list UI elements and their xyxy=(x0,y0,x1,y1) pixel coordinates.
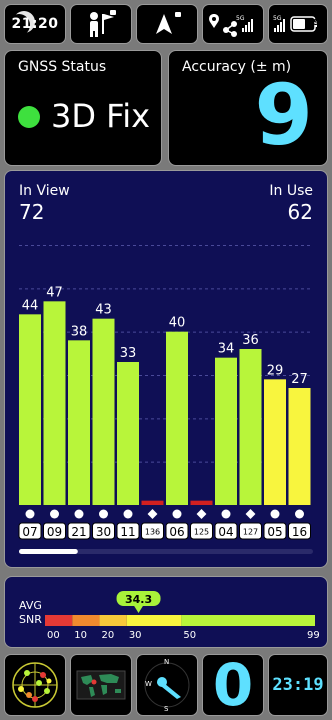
used-marker xyxy=(295,509,304,519)
satellite-bar xyxy=(43,301,66,505)
snr-tick-label: 99 xyxy=(307,630,320,641)
satellite-id-label: 136 xyxy=(145,528,160,537)
avg-snr-pointer xyxy=(133,605,144,613)
satellite-snr-chart: 44 07 47 09 38 21 43 30 33 11 136 40 06 125 34 04 36 127 2… xyxy=(18,245,313,554)
snr-segment xyxy=(72,615,100,626)
bar-value-label: 44 xyxy=(22,298,39,313)
used-marker xyxy=(50,509,59,519)
gnss-status-panel[interactable]: GNSS Status 3D Fix xyxy=(4,50,162,166)
used-marker xyxy=(99,509,108,519)
satellite-id-label: 04 xyxy=(218,525,233,539)
speed-value: 0 xyxy=(212,651,254,719)
world-map-button[interactable] xyxy=(70,654,132,716)
satellite-id-label: 05 xyxy=(267,525,282,539)
satellite-id-label: 06 xyxy=(169,525,184,539)
bar-value-label: 34 xyxy=(218,342,235,357)
gnss-status-label: GNSS Status xyxy=(18,59,107,75)
fix-status-value: 3D Fix xyxy=(51,97,151,135)
satellite-id-label: 09 xyxy=(47,525,62,539)
navigation-arrow-icon xyxy=(156,12,181,34)
satellite-bar xyxy=(288,388,311,505)
snr-tick-label: 20 xyxy=(102,630,115,641)
compass-letter-s: S xyxy=(164,705,169,713)
satellite-bar xyxy=(19,314,41,505)
status-time-tile[interactable]: 21:20 xyxy=(4,4,66,44)
status-time: 21:20 xyxy=(11,16,59,32)
snr-tick-label: 30 xyxy=(129,630,142,641)
satellite-bar xyxy=(215,357,237,505)
battery-level: 29 xyxy=(307,18,320,28)
used-marker xyxy=(74,509,84,519)
svg-text:5G: 5G xyxy=(236,15,245,22)
satellite-id-label: 125 xyxy=(194,528,209,537)
sky-plot-button[interactable] xyxy=(4,654,66,716)
network-tile[interactable]: 5G xyxy=(202,4,264,44)
satellite-bar xyxy=(190,500,213,505)
speed-button[interactable]: 0 xyxy=(202,651,264,719)
avg-snr-value: 34.3 xyxy=(125,593,152,606)
unused-marker xyxy=(147,509,158,519)
satellite-bar xyxy=(264,379,286,505)
satellite-bar xyxy=(166,331,188,505)
accuracy-value: 9 xyxy=(254,66,313,164)
battery-tile[interactable]: 5G 29 xyxy=(268,4,328,44)
satellite-id-label: 30 xyxy=(96,525,111,539)
bar-value-label: 47 xyxy=(46,285,63,300)
satellite-signal-panel[interactable]: In View 72 In Use 62 44 07 47 09 38 21 43 30 33 1… xyxy=(4,170,328,568)
fix-indicator-dot xyxy=(18,106,40,128)
average-snr-panel[interactable]: AVG SNR 00 10 20 30 50 99 34.3 xyxy=(4,576,328,648)
unused-marker xyxy=(245,509,256,519)
snr-scale: 00 10 20 30 50 99 34.3 xyxy=(45,591,320,641)
sky-plot-icon xyxy=(12,662,58,708)
compass-button[interactable]: N W S xyxy=(136,654,198,716)
satellite-id-label: 127 xyxy=(243,528,258,537)
bar-value-label: 33 xyxy=(120,346,137,361)
satellite-id-label: 11 xyxy=(120,525,135,539)
bar-value-label: 43 xyxy=(95,303,112,318)
person-flag-tile[interactable] xyxy=(70,4,132,44)
used-marker xyxy=(25,509,35,519)
bar-value-label: 40 xyxy=(169,316,186,331)
clock-value: 23:19 xyxy=(272,675,324,695)
satellite-bar xyxy=(92,318,115,505)
bar-value-label: 27 xyxy=(291,372,308,387)
satellite-bar xyxy=(141,500,164,505)
svg-text:5G: 5G xyxy=(273,15,282,22)
snr-tick-label: 50 xyxy=(183,630,196,641)
clock-button[interactable]: 23:19 xyxy=(268,654,328,716)
snr-segment xyxy=(99,615,127,626)
satellite-bar xyxy=(117,362,139,505)
used-marker xyxy=(123,509,133,519)
person-flag-icon xyxy=(90,10,116,37)
unused-marker xyxy=(196,509,207,519)
compass-letter-n: N xyxy=(164,658,170,666)
snr-segment xyxy=(45,615,73,626)
used-marker xyxy=(270,509,280,519)
satellite-bar xyxy=(239,349,262,505)
chart-scroll-thumb xyxy=(19,549,78,554)
snr-segment xyxy=(126,615,182,626)
bar-value-label: 38 xyxy=(71,324,88,339)
satellite-id-label: 07 xyxy=(22,525,37,539)
used-marker xyxy=(172,509,182,519)
bar-value-label: 29 xyxy=(267,363,284,378)
network-status-icon: 5G xyxy=(209,14,253,37)
compass-letter-w: W xyxy=(145,680,152,688)
accuracy-panel[interactable]: Accuracy (± m) 9 xyxy=(168,50,328,166)
navigation-tile[interactable] xyxy=(136,4,198,44)
used-marker xyxy=(221,509,231,519)
snr-tick-label: 00 xyxy=(47,630,60,641)
snr-segment xyxy=(181,615,315,626)
satellite-id-label: 16 xyxy=(292,525,307,539)
world-map-icon xyxy=(76,670,126,700)
satellite-bar xyxy=(68,340,90,505)
bar-value-label: 36 xyxy=(242,333,259,348)
satellite-id-label: 21 xyxy=(71,525,86,539)
snr-tick-label: 10 xyxy=(74,630,87,641)
